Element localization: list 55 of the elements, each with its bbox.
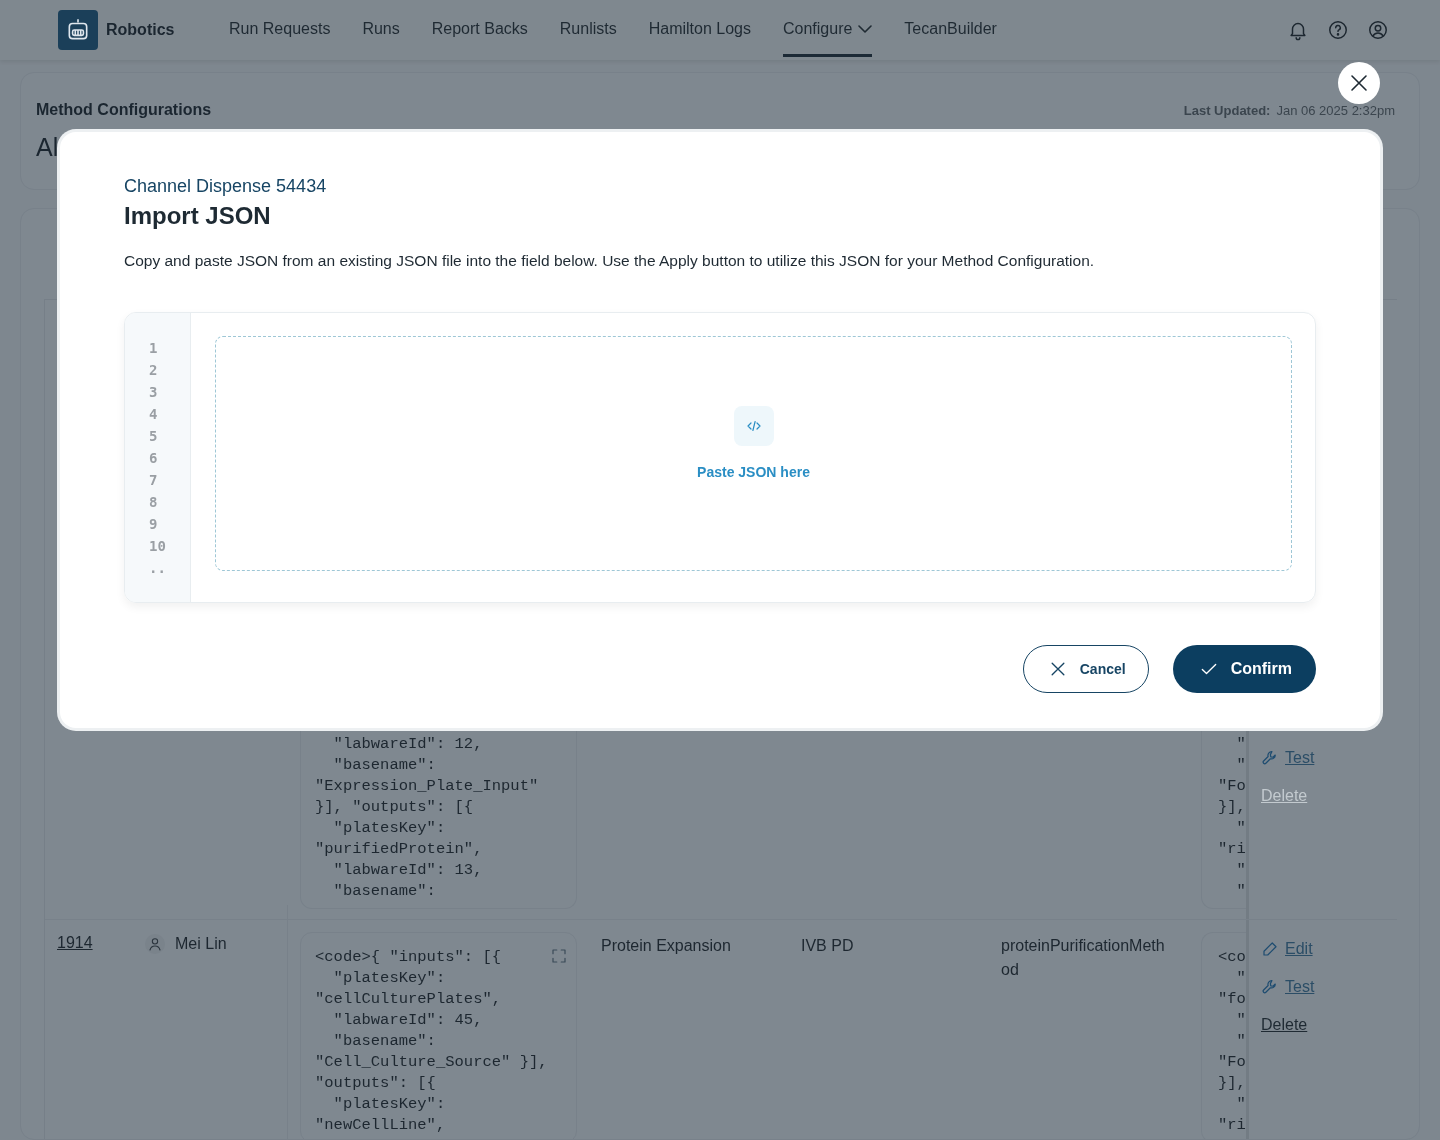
line-number: 4 [149, 405, 159, 424]
line-number: 9 [149, 515, 159, 534]
line-number: 8 [149, 493, 159, 512]
paste-drop-zone[interactable]: Paste JSON here [215, 336, 1292, 571]
robot-logo-icon [58, 10, 98, 50]
nav-tab[interactable]: Run Requests [229, 0, 331, 57]
user-avatar-icon [145, 934, 165, 954]
close-button[interactable] [1338, 62, 1380, 104]
code-text: "labwareId": 12, "basename": "Expression_Plate_Input" }], "outputs": [{ "platesKey": "purifiedProtein", "labwareId": 13, "basename": [315, 734, 539, 902]
wrench-icon [1261, 749, 1279, 767]
help-icon [1327, 19, 1349, 41]
dialog-subtitle: Channel Dispense 54434 [124, 176, 328, 197]
line-number: 6 [149, 449, 159, 468]
code-text: <code>{ "inputs": [{ "platesKey": "cellCulturePlates", "labwareId": 45, "basename": "Cell_Culture_Source" }], "outputs": [{ "platesKey": "newCellLine", [315, 947, 548, 1136]
test-link[interactable]: Test [1261, 749, 1385, 767]
line-number: 7 [149, 471, 159, 490]
test-link[interactable]: Test [1261, 978, 1385, 996]
brand-name: Robotics [106, 21, 175, 39]
nav-tab[interactable]: TecanBuilder [904, 0, 997, 57]
nav-tab[interactable]: Report Backs [431, 0, 528, 57]
paste-placeholder: Paste JSON here [697, 463, 810, 480]
user-name: Mei Lin [175, 935, 227, 953]
account-icon [1367, 19, 1389, 41]
dialog-description: Copy and paste JSON from an existing JSON file into the field below. Use the Apply button to utilize this JSON for your Method Configuration. [124, 252, 1096, 270]
line-number: 3 [149, 383, 159, 402]
category-name: Protein Expansion [601, 937, 731, 954]
line-number: 10 [149, 537, 167, 556]
nav-tab[interactable]: Hamilton Logs [648, 0, 751, 57]
code-text: " " "Fo }], " "ri " " [1218, 734, 1246, 902]
page-title: Method Configurations [36, 101, 212, 119]
delete-link[interactable]: Delete [1261, 1016, 1385, 1034]
id-link[interactable]: 1914 [57, 934, 93, 951]
cancel-button[interactable]: Cancel [1022, 645, 1149, 693]
group-name: IVB PD [801, 937, 854, 954]
code-icon [733, 405, 774, 446]
nav-tab[interactable]: Configure [783, 0, 873, 57]
line-number: 2 [149, 361, 159, 380]
line-number: .. [149, 559, 167, 578]
wrench-icon [1261, 978, 1279, 996]
line-number: 1 [149, 339, 159, 358]
dialog-title: Import JSON [124, 202, 272, 230]
nav-tab[interactable]: Runs [362, 0, 400, 57]
last-updated-date: Jan 06 2025 2:32pm [1276, 102, 1395, 118]
account-button[interactable] [1366, 18, 1390, 42]
help-button[interactable] [1326, 18, 1350, 42]
confirm-button[interactable]: Confirm [1172, 645, 1316, 693]
method-name: proteinPurificationMethod [1001, 936, 1165, 980]
last-updated-label: Last Updated: [1183, 102, 1271, 118]
code-text: <co " "fo " " "Fo }], " "ri [1218, 947, 1246, 1136]
pencil-icon [1261, 940, 1279, 958]
line-number: 5 [149, 427, 159, 446]
nav-tab[interactable]: Runlists [559, 0, 617, 57]
edit-link[interactable]: Edit [1261, 940, 1385, 958]
section-heading: Al [36, 133, 60, 162]
expand-icon [550, 947, 568, 965]
